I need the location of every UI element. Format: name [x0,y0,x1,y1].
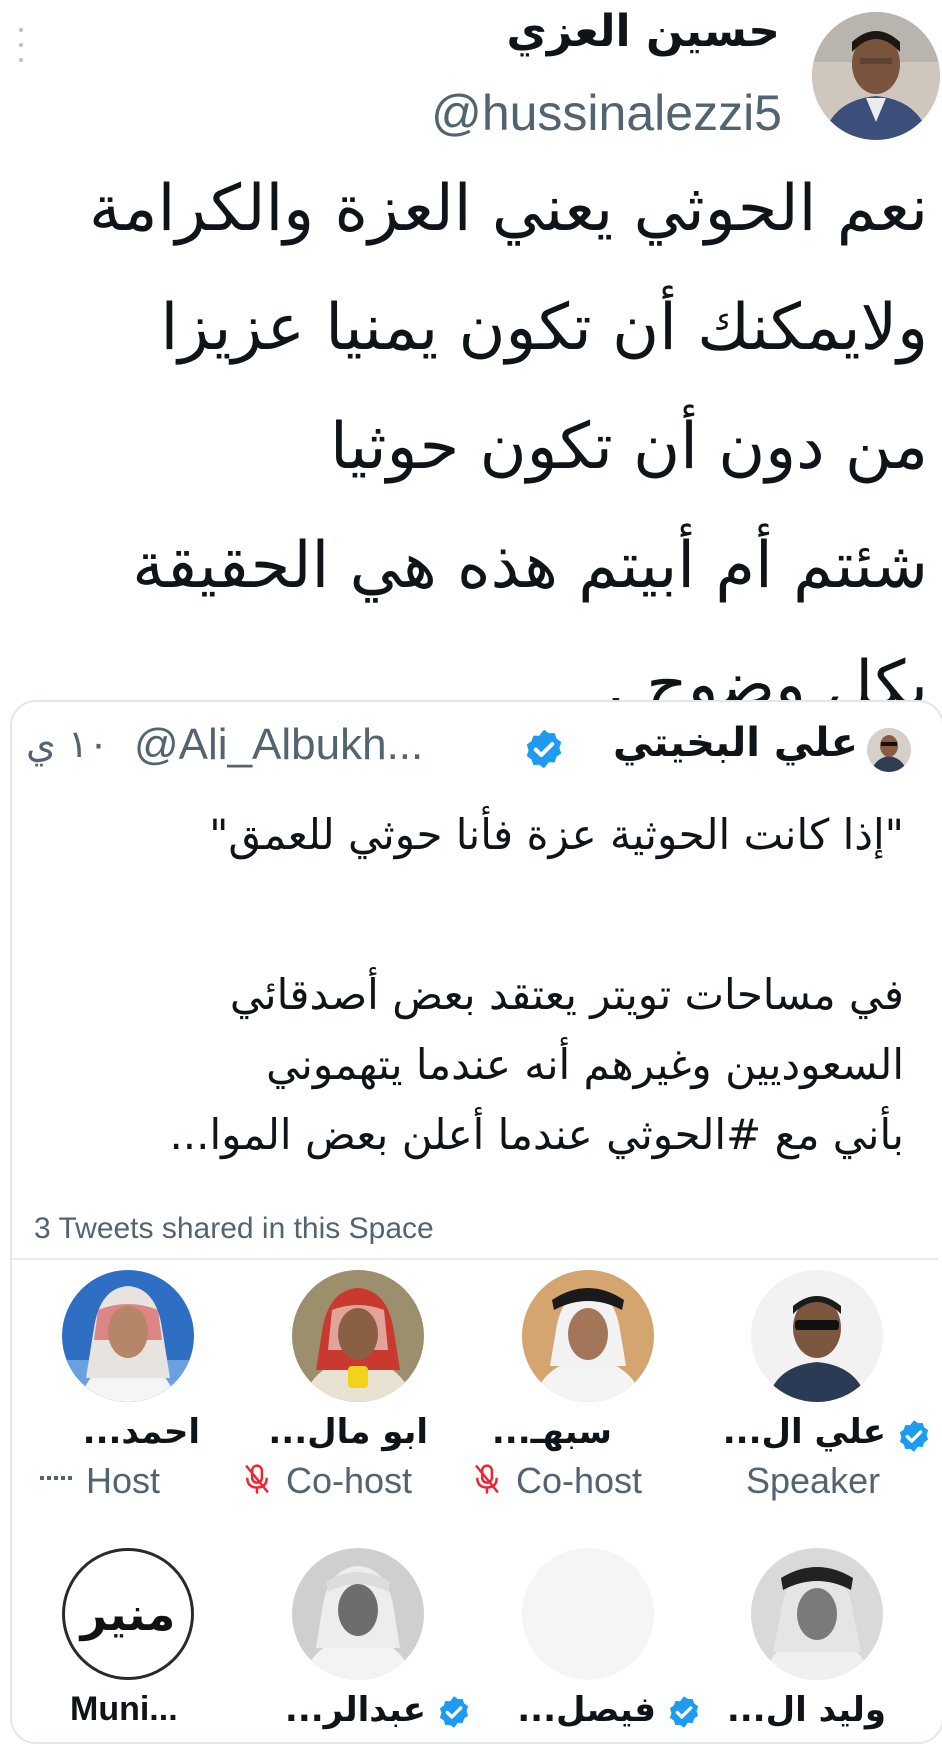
verified-badge-icon [896,1418,932,1454]
quoted-tweet-headline: "إذا كانت الحوثية عزة فأنا حوثي للعمق" [209,810,904,859]
tweet-text: نعم الحوثي يعني العزة والكرامة ولايمكنك … [88,172,928,722]
verified-badge-icon [436,1694,472,1730]
author-avatar[interactable] [812,12,940,140]
participant-avatar-placeholder[interactable] [522,1548,654,1680]
participant-name: احمد... [82,1412,200,1452]
verified-badge-icon [666,1694,702,1730]
participant-avatar-host[interactable] [62,1270,194,1402]
space-shared-label: 3 Tweets shared in this Space [34,1212,434,1245]
participant-role: Co-host [516,1460,643,1501]
participant-role: Co-host [286,1460,413,1501]
participant-role: Speaker [746,1460,881,1501]
participant-name: عبدالر... [284,1690,426,1730]
participant-name: علي ال... [722,1412,886,1452]
quoted-author-handle[interactable]: @Ali_Albukh... [134,720,423,770]
participant-avatar-cohost[interactable] [292,1270,424,1402]
quoted-author-avatar[interactable] [867,728,911,772]
participant-name: ابو مال... [268,1412,428,1452]
participant-avatar-logo[interactable]: منير [62,1548,194,1680]
participant-avatar[interactable] [751,1548,883,1680]
participant-avatar-speaker[interactable] [751,1270,883,1402]
participant-name: وليد ال... [726,1690,886,1730]
participant-name: فيصل... [517,1690,656,1730]
mic-off-icon [242,1462,272,1496]
verified-badge-icon [522,727,566,771]
participant-avatar[interactable] [292,1548,424,1680]
participant-name: Muni... [70,1690,178,1728]
mic-off-icon [472,1462,502,1496]
participant-name: سبهـ... [491,1412,612,1452]
host-indicator-icon [40,1468,74,1488]
author-handle[interactable]: @hussinalezzi5 [431,84,782,142]
more-options-icon[interactable] [18,28,24,62]
participant-avatar-cohost[interactable] [522,1270,654,1402]
quoted-tweet-body: في مساحات تويتر يعتقد بعض أصدقائي السعود… [169,970,904,1159]
quoted-timestamp[interactable]: ١٠ ي [26,722,109,766]
logo-text: منير [80,1587,176,1641]
quoted-author-name[interactable]: علي البخيتي [613,720,858,766]
participant-role: Host [86,1460,161,1501]
divider [12,1258,938,1260]
author-display-name[interactable]: حسين العزي [507,6,781,57]
